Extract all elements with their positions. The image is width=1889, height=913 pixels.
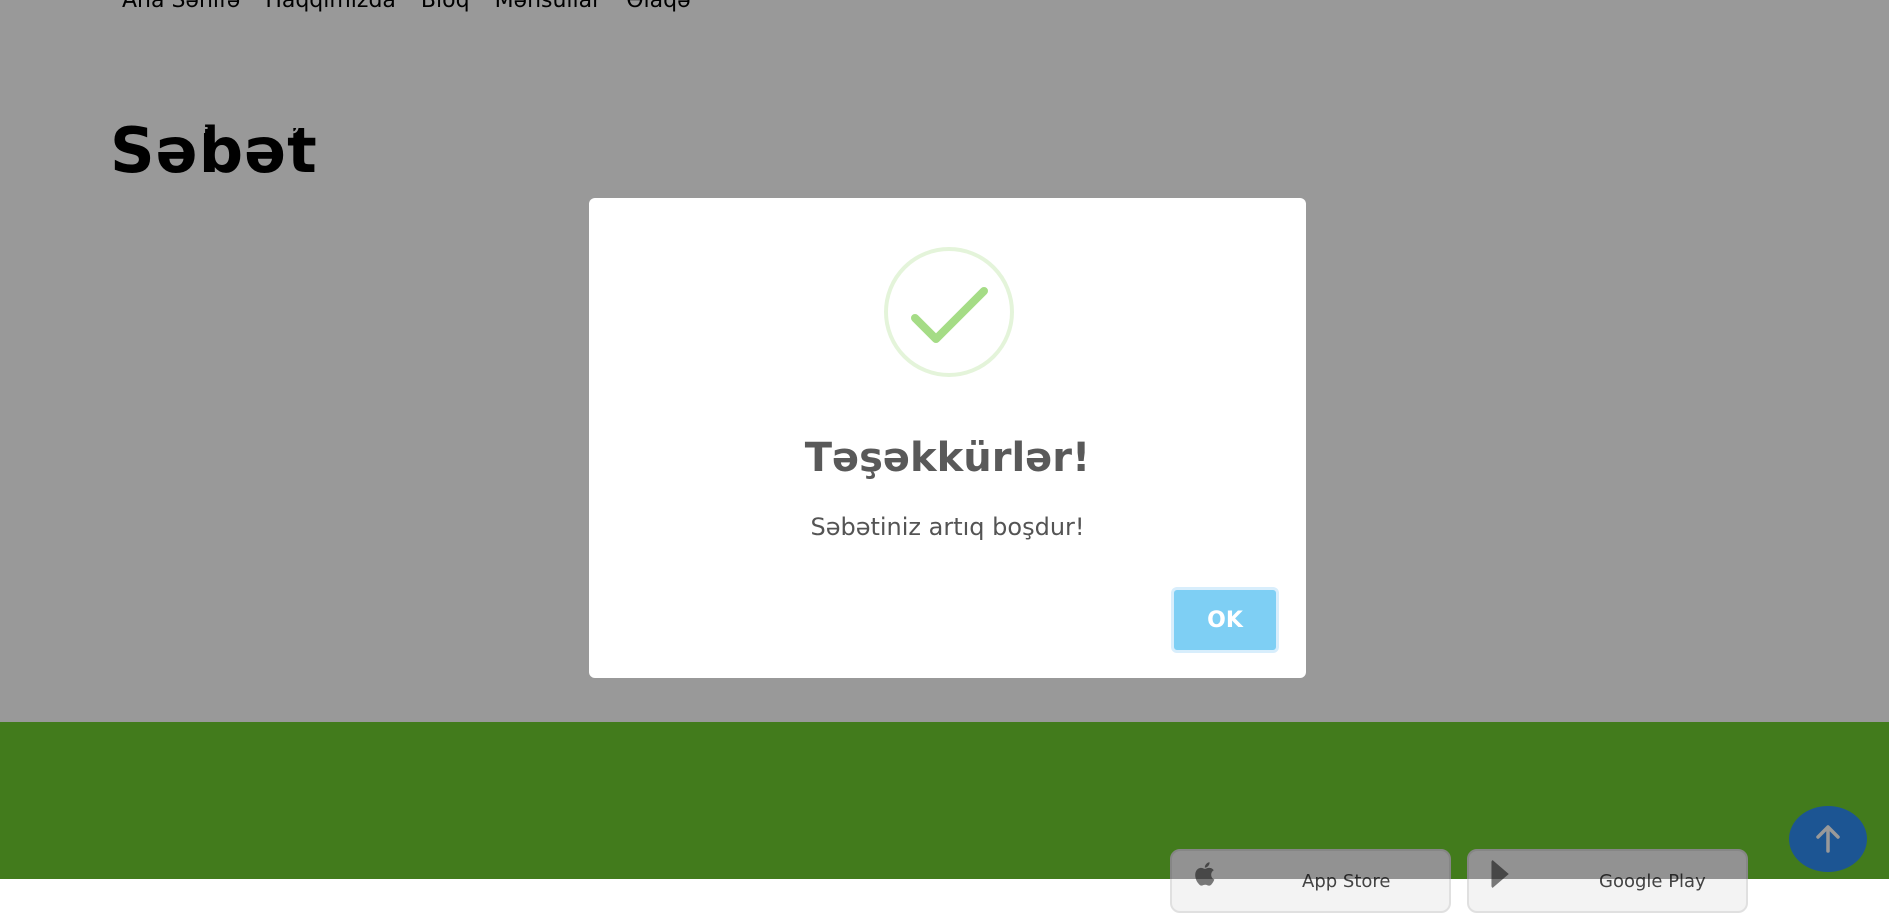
cart-page: Ana Səhifə Haqqımızda Bloq Məhsullar Əla… [0, 0, 1889, 913]
success-dialog: Təşəkkürlər! Səbətiniz artıq boşdur! OK [589, 198, 1306, 678]
dialog-title: Təşəkkürlər! [804, 435, 1091, 481]
success-check-icon [884, 247, 1014, 377]
ok-button[interactable]: OK [1171, 587, 1279, 653]
dialog-message: Səbətiniz artıq boşdur! [810, 513, 1085, 541]
